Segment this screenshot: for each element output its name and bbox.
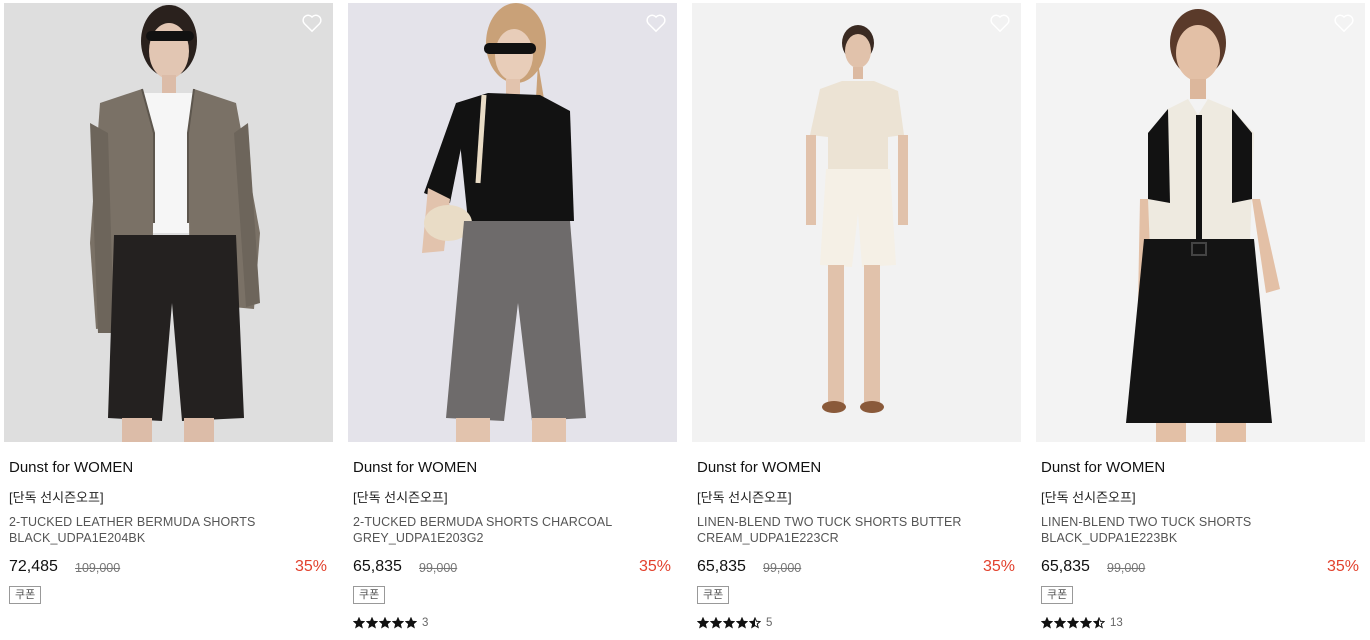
discount-rate: 35% — [1326, 558, 1359, 575]
star-icon — [1067, 617, 1079, 629]
product-image[interactable] — [1036, 3, 1365, 442]
wishlist-heart-icon[interactable] — [1333, 13, 1355, 33]
star-icon — [1093, 617, 1105, 629]
discount-rate: 35% — [638, 558, 671, 575]
coupon-badge: 쿠폰 — [1041, 586, 1074, 604]
coupon-badge: 쿠폰 — [697, 586, 730, 604]
brand-name[interactable]: Dunst for WOMEN — [697, 459, 821, 476]
product-card[interactable]: Dunst for WOMEN [단독 선시즌오프] LINEN-BLEND T… — [1036, 3, 1365, 640]
product-photo-cream-shorts — [692, 3, 1021, 442]
sale-price: 72,485 — [9, 558, 58, 575]
product-photo-leather-shorts — [4, 3, 333, 442]
product-grid: Dunst for WOMEN [단독 선시즌오프] 2-TUCKED LEAT… — [0, 0, 1370, 640]
promo-tag: [단독 선시즌오프] — [697, 490, 792, 505]
product-image[interactable] — [692, 3, 1021, 442]
review-count: 13 — [1110, 617, 1123, 629]
product-name[interactable]: LINEN-BLEND TWO TUCK SHORTS BLACK_UDPA1E… — [1041, 514, 1341, 546]
rating: 3 — [353, 616, 428, 630]
star-rating — [697, 617, 761, 629]
brand-name[interactable]: Dunst for WOMEN — [9, 459, 133, 476]
promo-tag: [단독 선시즌오프] — [9, 490, 104, 505]
star-icon — [1080, 617, 1092, 629]
star-icon — [366, 617, 378, 629]
rating: 5 — [697, 616, 772, 630]
brand-name[interactable]: Dunst for WOMEN — [1041, 459, 1165, 476]
coupon-badge: 쿠폰 — [9, 586, 42, 604]
sale-price: 65,835 — [1041, 558, 1090, 575]
product-name[interactable]: LINEN-BLEND TWO TUCK SHORTS BUTTER CREAM… — [697, 514, 997, 546]
star-icon — [405, 617, 417, 629]
star-rating — [353, 617, 417, 629]
promo-tag: [단독 선시즌오프] — [353, 490, 448, 505]
original-price: 99,000 — [763, 561, 802, 575]
product-photo-charcoal-shorts — [348, 3, 677, 442]
sale-price: 65,835 — [353, 558, 402, 575]
wishlist-heart-icon[interactable] — [645, 13, 667, 33]
star-icon — [749, 617, 761, 629]
original-price: 109,000 — [75, 561, 121, 575]
product-photo-black-shorts — [1036, 3, 1365, 442]
product-name[interactable]: 2-TUCKED BERMUDA SHORTS CHARCOAL GREY_UD… — [353, 514, 653, 546]
review-count: 3 — [422, 617, 429, 629]
brand-name[interactable]: Dunst for WOMEN — [353, 459, 477, 476]
sale-price: 65,835 — [697, 558, 746, 575]
wishlist-heart-icon[interactable] — [301, 13, 323, 33]
promo-tag: [단독 선시즌오프] — [1041, 490, 1136, 505]
product-card[interactable]: Dunst for WOMEN [단독 선시즌오프] 2-TUCKED LEAT… — [4, 3, 333, 640]
discount-rate: 35% — [294, 558, 327, 575]
star-icon — [697, 617, 709, 629]
discount-rate: 35% — [982, 558, 1015, 575]
star-icon — [710, 617, 722, 629]
review-count: 5 — [766, 617, 773, 629]
star-rating — [1041, 617, 1105, 629]
star-icon — [723, 617, 735, 629]
star-icon — [353, 617, 365, 629]
star-icon — [1041, 617, 1053, 629]
original-price: 99,000 — [1107, 561, 1146, 575]
original-price: 99,000 — [419, 561, 458, 575]
product-card[interactable]: Dunst for WOMEN [단독 선시즌오프] 2-TUCKED BERM… — [348, 3, 677, 640]
coupon-badge: 쿠폰 — [353, 586, 386, 604]
star-icon — [392, 617, 404, 629]
product-card[interactable]: Dunst for WOMEN [단독 선시즌오프] LINEN-BLEND T… — [692, 3, 1021, 640]
product-image[interactable] — [4, 3, 333, 442]
product-image[interactable] — [348, 3, 677, 442]
product-name[interactable]: 2-TUCKED LEATHER BERMUDA SHORTS BLACK_UD… — [9, 514, 309, 546]
wishlist-heart-icon[interactable] — [989, 13, 1011, 33]
star-icon — [1054, 617, 1066, 629]
star-icon — [379, 617, 391, 629]
star-icon — [736, 617, 748, 629]
rating: 13 — [1041, 616, 1123, 630]
